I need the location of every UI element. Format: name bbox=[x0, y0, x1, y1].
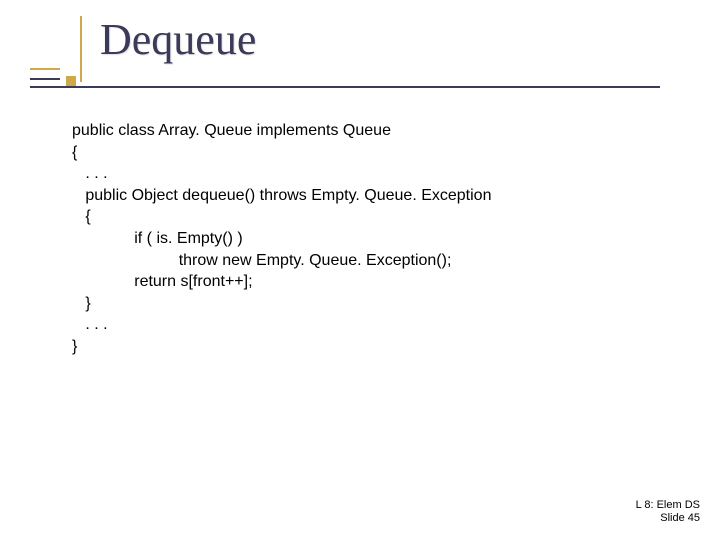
title-underline bbox=[30, 86, 660, 88]
accent-vertical bbox=[80, 16, 82, 82]
title-block: Dequeue bbox=[30, 18, 690, 88]
accent-square bbox=[66, 76, 76, 86]
footer-line-1: L 8: Elem DS bbox=[636, 499, 700, 513]
accent-horizontal bbox=[30, 68, 60, 80]
code-body: public class Array. Queue implements Que… bbox=[72, 120, 660, 358]
slide: Dequeue public class Array. Queue implem… bbox=[0, 0, 720, 540]
slide-title: Dequeue bbox=[100, 14, 256, 65]
footer-line-2: Slide 45 bbox=[636, 512, 700, 526]
footer: L 8: Elem DS Slide 45 bbox=[636, 499, 700, 527]
